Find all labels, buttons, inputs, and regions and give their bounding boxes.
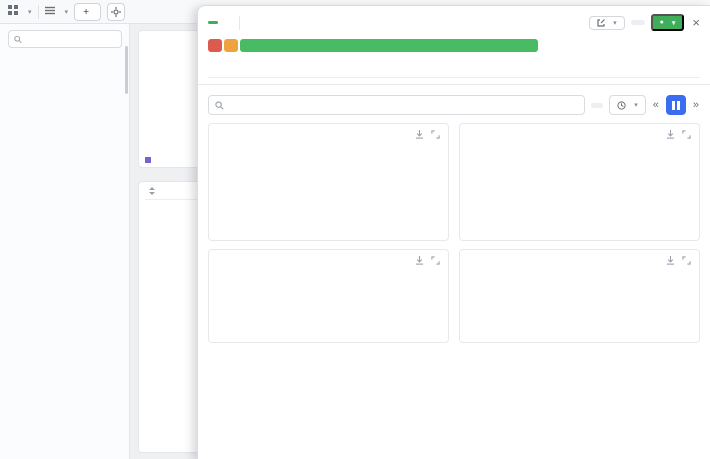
cpu-chart-card [208,123,449,241]
chevron-down-icon: ▾ [634,101,638,109]
chevron-down-icon: ▾ [613,19,617,27]
views-menu[interactable]: ▾ [24,8,32,16]
divider [38,5,39,19]
ok-segment[interactable] [240,39,538,52]
pause-button[interactable] [666,95,686,115]
save-button[interactable]: + [74,3,101,21]
y-axis [217,142,230,234]
monitor-status-bar [208,39,538,52]
plus-icon: + [83,6,89,18]
pause-icon [672,101,675,110]
expand-icon[interactable] [431,130,440,139]
expand-icon[interactable] [682,256,691,265]
inbound-chart-card [208,249,449,343]
metrics-charts-grid [208,123,700,343]
timeframe-pill[interactable] [631,20,645,25]
time-forward-icon[interactable]: » [692,99,700,111]
clock-icon [617,101,626,110]
zoom-window-pill[interactable] [591,103,603,108]
x-axis [468,234,691,236]
pause-icon [677,101,680,110]
chevron-down-icon: ▾ [65,8,69,16]
divider [239,16,240,30]
divider [208,77,700,78]
device-detail-panel: ▾ ● ▾ × [197,5,710,459]
external-link-icon [597,19,605,27]
live-button[interactable]: ● ▾ [651,14,685,31]
sidebar-scrollbar[interactable] [125,46,128,94]
settings-button[interactable] [107,3,125,21]
time-back-icon[interactable]: « [652,99,660,111]
metrics-search[interactable] [208,95,585,115]
search-icon [215,101,224,110]
chevron-down-icon: ▾ [28,8,32,16]
chevron-down-icon: ▾ [672,19,676,27]
timeframe-select[interactable]: ▾ [609,95,646,115]
download-icon[interactable] [415,130,424,139]
x-axis [217,234,440,236]
panel-tabs [198,84,710,85]
device-search-input[interactable] [26,34,116,44]
download-icon[interactable] [415,256,424,265]
panel-header: ▾ ● ▾ × [208,14,700,31]
metrics-toolbar: ▾ « » [208,95,700,115]
memory-chart-card [459,123,700,241]
warn-segment[interactable] [224,39,238,52]
facet-sidebar [0,24,130,459]
live-dot-icon: ● [660,19,664,26]
outbound-chart [468,268,691,338]
expand-icon[interactable] [682,130,691,139]
facet-item-subnet[interactable] [8,54,122,68]
expand-icon[interactable] [431,256,440,265]
views-grid-icon [8,5,18,18]
metrics-search-input[interactable] [229,100,578,111]
list-icon [45,6,55,18]
memory-chart [484,142,691,234]
status-badge [208,21,218,24]
download-icon[interactable] [666,130,675,139]
view-in-button[interactable]: ▾ [589,16,625,30]
y-axis [468,142,481,234]
download-icon[interactable] [666,256,675,265]
legend-swatch [145,157,151,163]
close-icon[interactable]: × [692,15,700,30]
inbound-chart [217,268,440,338]
y-axis [145,41,154,153]
device-search[interactable] [8,30,122,48]
outbound-chart-card [459,249,700,343]
app-root: ▾ ▾ + [0,0,710,459]
cpu-chart [233,142,440,234]
search-icon [14,35,22,44]
sort-icon [149,187,155,195]
alert-segment[interactable] [208,39,222,52]
view-selector[interactable]: ▾ [61,8,69,16]
